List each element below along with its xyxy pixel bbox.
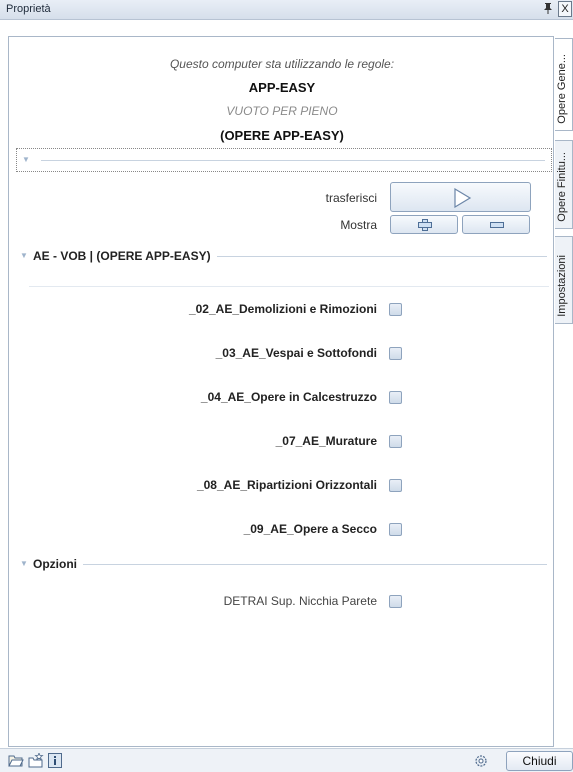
close-window-button[interactable]: X <box>558 1 572 17</box>
item-checkbox[interactable] <box>389 391 402 404</box>
separator-line <box>29 286 549 287</box>
filter-divider <box>41 160 545 161</box>
transfer-label: trasferisci <box>325 191 377 205</box>
option-label-niche: DETRAI Sup. Nicchia Parete <box>223 594 377 608</box>
section-title-main: AE - VOB | (OPERE APP-EASY) <box>33 249 217 263</box>
item-checkbox[interactable] <box>389 523 402 536</box>
open-folder-icon[interactable] <box>8 753 24 771</box>
tab-label: Opere Finitu... <box>556 152 568 222</box>
list-item-label: _02_AE_Demolizioni e Rimozioni <box>188 302 377 316</box>
transfer-button[interactable] <box>390 182 531 212</box>
list-item-label: _07_AE_Murature <box>275 434 377 448</box>
properties-panel: Questo computer sta utilizzando le regol… <box>8 36 554 747</box>
tab-opere-finiture[interactable]: Opere Finitu... <box>555 140 573 229</box>
show-label: Mostra <box>340 218 377 232</box>
section-divider <box>33 564 547 565</box>
list-item-label: _09_AE_Opere a Secco <box>243 522 377 536</box>
tab-opere-generali[interactable]: Opere Gene... <box>555 38 573 131</box>
tab-label: Opere Gene... <box>556 54 568 124</box>
collapse-all-icon <box>490 222 504 228</box>
section-header-options[interactable]: ▼ Opzioni <box>17 556 547 572</box>
list-item-label: _04_AE_Opere in Calcestruzzo <box>200 390 377 404</box>
item-checkbox[interactable] <box>389 479 402 492</box>
list-item-label: _08_AE_Ripartizioni Orizzontali <box>196 478 377 492</box>
filter-row[interactable]: ▼ <box>16 148 552 172</box>
section-title-options: Opzioni <box>33 557 83 571</box>
expand-all-button[interactable] <box>390 215 458 234</box>
rules-group: (OPERE APP-EASY) <box>220 128 344 143</box>
pin-icon[interactable] <box>543 2 553 17</box>
expand-all-icon <box>418 219 432 231</box>
bottom-toolbar: Chiudi <box>0 748 573 772</box>
play-icon <box>454 188 472 208</box>
window-title: Proprietà <box>6 3 51 15</box>
chevron-down-icon[interactable]: ▼ <box>22 155 30 164</box>
favorite-folder-icon[interactable] <box>28 751 44 771</box>
tab-label: Impostazioni <box>556 255 568 317</box>
collapse-all-button[interactable] <box>462 215 530 234</box>
window-titlebar: Proprietà X <box>0 0 573 20</box>
chevron-down-icon[interactable]: ▼ <box>20 559 28 568</box>
chevron-down-icon[interactable]: ▼ <box>20 251 28 260</box>
item-checkbox[interactable] <box>389 347 402 360</box>
tab-impostazioni[interactable]: Impostazioni <box>555 236 573 324</box>
list-item-label: _03_AE_Vespai e Sottofondi <box>215 346 377 360</box>
rules-name: APP-EASY <box>248 80 316 95</box>
section-header-main[interactable]: ▼ AE - VOB | (OPERE APP-EASY) <box>17 248 547 264</box>
item-checkbox[interactable] <box>389 303 402 316</box>
option-checkbox-niche[interactable] <box>389 595 402 608</box>
settings-gear-icon[interactable] <box>473 753 489 772</box>
rules-intro-text: Questo computer sta utilizzando le regol… <box>169 57 395 71</box>
rules-subtitle: VUOTO PER PIENO <box>226 104 338 118</box>
info-icon[interactable] <box>48 753 62 771</box>
close-button[interactable]: Chiudi <box>506 751 573 771</box>
item-checkbox[interactable] <box>389 435 402 448</box>
